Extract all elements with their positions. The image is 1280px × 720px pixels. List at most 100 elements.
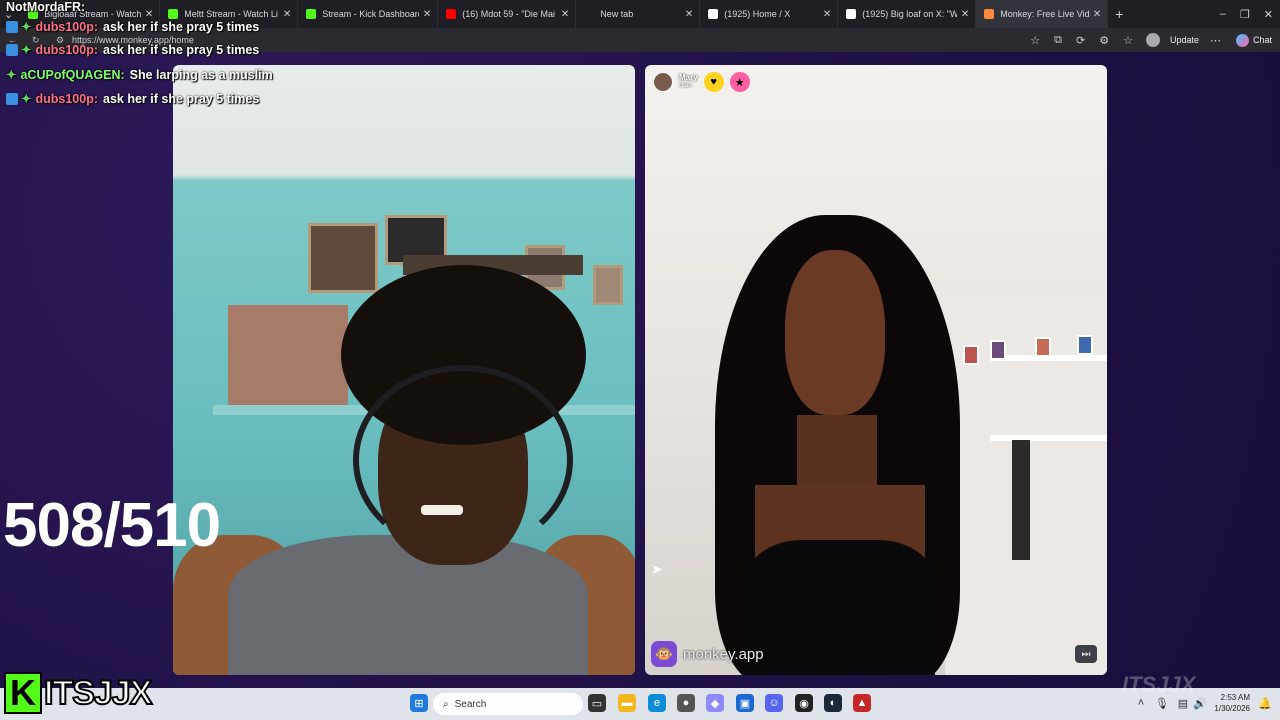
watermark: ITSJJX xyxy=(1122,672,1196,697)
monkey-icon xyxy=(984,9,995,19)
tab-label: Monkey: Free Live Video xyxy=(1000,9,1089,19)
tab-label: (1925) Home / X xyxy=(724,9,791,19)
sparkle-badge-icon: ✦ xyxy=(21,20,32,34)
chat-text: She larping as a muslim xyxy=(129,68,273,82)
profile-avatar[interactable] xyxy=(1145,33,1160,47)
heart-icon[interactable]: ♥ xyxy=(703,72,724,92)
windows-taskbar: ⊞ ⌕ Search ▭ ▬ e ● ◆ ▣ ☺ ◉ ◐ ▲ ˄ 🎙 ▤ 🔊 2… xyxy=(0,688,1280,720)
monkey-logo-icon: 🐵 xyxy=(651,641,677,667)
tab-close-icon[interactable]: ✕ xyxy=(423,9,431,20)
tab-label: Meltt Stream - Watch Li xyxy=(184,9,278,19)
chat-message: ✦ dubs100p: ask her if she pray 5 times xyxy=(6,19,259,34)
collections-icon[interactable]: ☆ xyxy=(1123,34,1133,47)
extensions-icon[interactable]: ⧉ xyxy=(1054,34,1062,47)
minimize-icon[interactable]: – xyxy=(1220,8,1226,21)
browser-tab[interactable]: (16) Mdot 59 - "Die Mai ✕ xyxy=(438,0,577,28)
partner-avatar[interactable] xyxy=(653,72,673,92)
discord-icon[interactable]: ☺ xyxy=(765,694,783,712)
sparkle-badge-icon: ✦ xyxy=(6,68,17,82)
close-window-icon[interactable]: ✕ xyxy=(1264,8,1273,21)
browser-tab[interactable]: Stream - Kick Dashboard ✕ xyxy=(298,0,439,28)
obs-icon[interactable]: ◉ xyxy=(795,694,813,712)
search-icon: ⌕ xyxy=(443,698,449,710)
steam-icon[interactable]: ◐ xyxy=(824,694,842,712)
chat-username: dubs100p: xyxy=(35,92,98,106)
x-icon xyxy=(846,9,857,19)
tab-label: Stream - Kick Dashboard xyxy=(322,9,419,19)
sparkle-badge-icon: ✦ xyxy=(21,43,32,57)
taskview-icon[interactable]: ▭ xyxy=(588,694,606,712)
subscriber-badge-icon xyxy=(6,21,18,33)
goal-counter: 508/510 xyxy=(3,491,221,560)
refresh-extension-icon[interactable]: ⟳ xyxy=(1076,34,1085,47)
chat-username: NotMordaFR: xyxy=(6,0,86,14)
self-video-feed xyxy=(173,65,635,675)
clock-time: 2:53 AM xyxy=(1220,693,1250,702)
kick-icon xyxy=(306,9,317,19)
partner-info-tag[interactable]: Mary Utah ♥ ★ xyxy=(653,72,750,92)
blank-tab-icon xyxy=(584,9,595,19)
tab-label: New tab xyxy=(600,9,634,19)
browser-tab[interactable]: Monkey: Free Live Video ✕ xyxy=(976,0,1109,28)
streamer-logo: K ITSJJX xyxy=(4,672,153,714)
search-label: Search xyxy=(454,698,487,710)
kick-logo-icon: K xyxy=(4,672,42,714)
tab-close-icon[interactable]: ✕ xyxy=(145,9,153,20)
browser-tab[interactable]: New tab ✕ xyxy=(576,0,701,28)
tab-close-icon[interactable]: ✕ xyxy=(283,9,291,20)
chat-text: ask her if she pray 5 times xyxy=(103,43,260,57)
tab-close-icon[interactable]: ✕ xyxy=(561,9,569,20)
chat-message: ✦ dubs100p: ask her if she pray 5 times xyxy=(6,91,259,106)
edge-icon[interactable]: e xyxy=(648,694,666,712)
tab-close-icon[interactable]: ✕ xyxy=(685,9,693,20)
chat-username: dubs100p: xyxy=(35,43,98,57)
x-icon xyxy=(708,9,719,19)
stream-stage: ⌄ Bigloaaf Stream - Watch ✕ Meltt Stream -… xyxy=(0,0,1280,720)
chat-message: ✦ dubs100p: ask her if she pray 5 times xyxy=(6,42,259,57)
copilot-icon[interactable] xyxy=(1235,33,1249,47)
game-icon[interactable]: ▲ xyxy=(853,694,871,712)
taskbar-search[interactable]: ⌕ Search xyxy=(433,693,583,715)
discord-app-icon[interactable]: ◆ xyxy=(706,694,724,712)
skip-button[interactable]: ⏭ xyxy=(1075,645,1097,663)
update-button[interactable]: Update xyxy=(1170,35,1199,45)
sparkle-badge-icon: ✦ xyxy=(21,92,32,106)
gift-icon[interactable]: ★ xyxy=(729,72,750,92)
store-icon[interactable]: ▣ xyxy=(736,694,754,712)
chat-text: ask her if she pray 5 times xyxy=(103,92,260,106)
browser-tab[interactable]: (1925) Home / X ✕ xyxy=(700,0,839,28)
youtube-icon xyxy=(446,9,457,19)
chat-username: aCUPofQUAGEN: xyxy=(20,68,125,82)
settings-icon[interactable]: ⚙ xyxy=(1099,34,1109,47)
notification-icon[interactable]: 🔔 xyxy=(1256,694,1274,712)
brand-label: monkey.app xyxy=(683,645,764,663)
chat-message: ✦ aCUPofQUAGEN: She larping as a muslim xyxy=(6,67,273,82)
subscriber-badge-icon xyxy=(6,44,18,56)
tab-label: (1925) Big loaf on X: "Went t xyxy=(862,9,957,19)
chat-text: ask her if she pray 5 times xyxy=(103,20,260,34)
tab-close-icon[interactable]: ✕ xyxy=(823,9,831,20)
partner-name: Mary xyxy=(679,73,698,82)
chat-username: dubs100p: xyxy=(35,20,98,34)
partner-location: Utah xyxy=(679,83,692,89)
file-explorer-icon[interactable]: ▬ xyxy=(618,694,636,712)
system-clock[interactable]: 2:53 AM 1/30/2026 xyxy=(1214,692,1250,714)
new-tab-button[interactable]: + xyxy=(1115,6,1123,22)
browser-tab[interactable]: (1925) Big loaf on X: "Went t ✕ xyxy=(838,0,977,28)
partner-video-feed: Mary Utah ♥ ★ 🐵 monkey.app ⏭ xyxy=(645,65,1107,675)
streamer-name: ITSJJX xyxy=(43,673,153,713)
monkey-brand: 🐵 monkey.app xyxy=(651,641,764,667)
clock-date: 1/30/2026 xyxy=(1214,704,1250,713)
chat-message: NotMordaFR: xyxy=(6,0,90,14)
subscriber-badge-icon xyxy=(6,93,18,105)
maximize-icon[interactable]: ❐ xyxy=(1240,8,1250,21)
app-icon[interactable]: ● xyxy=(677,694,695,712)
kick-icon xyxy=(168,9,179,19)
tab-close-icon[interactable]: ✕ xyxy=(1093,9,1101,20)
favorite-icon[interactable]: ☆ xyxy=(1030,34,1040,47)
tab-close-icon[interactable]: ✕ xyxy=(961,9,969,20)
tab-label: (16) Mdot 59 - "Die Mai xyxy=(462,9,555,19)
more-icon[interactable]: ⋯ xyxy=(1210,34,1221,47)
chat-button[interactable]: Chat xyxy=(1253,35,1272,45)
start-icon[interactable]: ⊞ xyxy=(410,694,428,712)
